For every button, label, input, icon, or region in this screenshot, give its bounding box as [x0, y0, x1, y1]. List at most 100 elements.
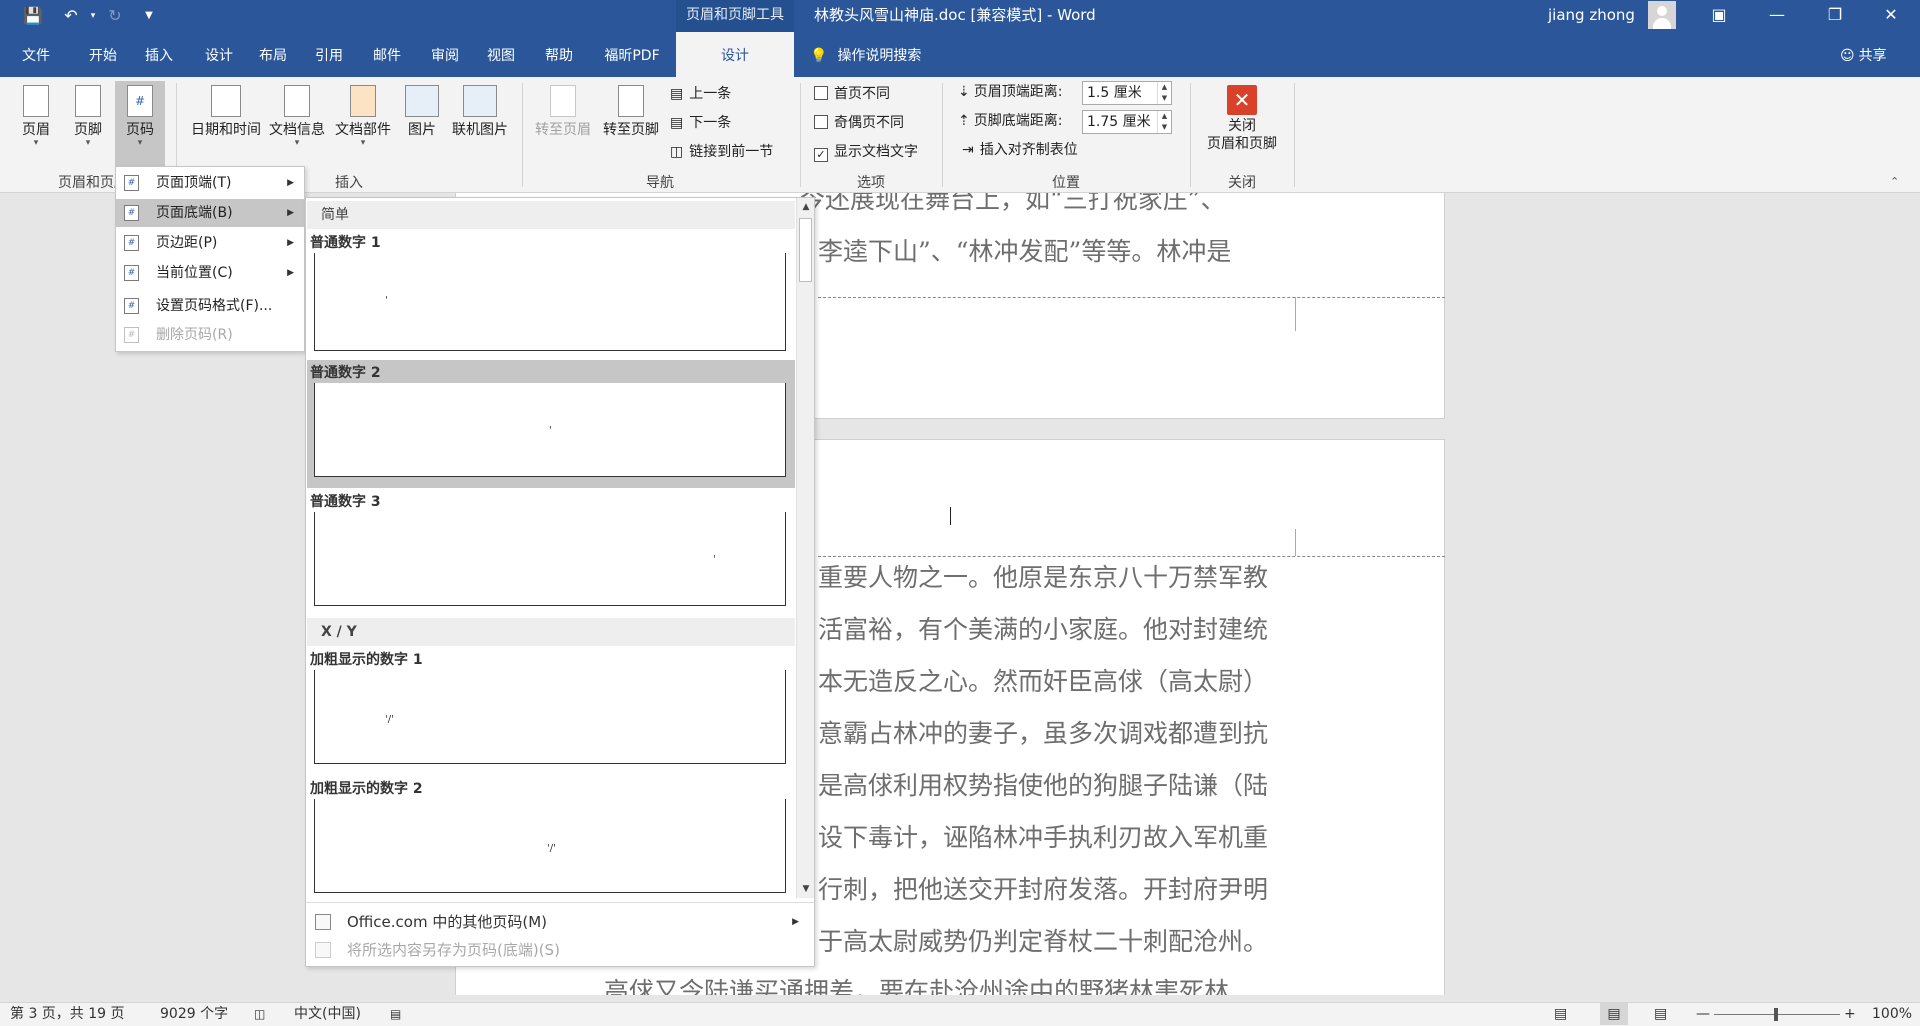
document-title: 林教头风雪山神庙.doc [兼容模式] - Word [814, 6, 1096, 24]
macro-icon[interactable]: ▤ [390, 1003, 401, 1025]
menu-item-label: 页面底端(B) [156, 205, 233, 221]
footer-bottom-distance-label: ⇡ 页脚底端距离: [958, 110, 1062, 132]
language[interactable]: 中文(中国) [294, 1003, 361, 1025]
redo-icon[interactable]: ↻ [102, 4, 128, 28]
menu-item-remove-page-numbers: # 删除页码(R) [116, 321, 304, 349]
tab-foxit-pdf[interactable]: 福昕PDF [594, 32, 670, 77]
header-button[interactable]: 页眉 ▾ [14, 85, 58, 148]
goto-footer-button[interactable]: 转至页脚 [598, 85, 664, 139]
customize-qat-icon[interactable]: ▼ [136, 4, 162, 28]
menu-item-top-of-page[interactable]: # 页面顶端(T) ▶ [116, 169, 304, 197]
tab-layout[interactable]: 布局 [250, 32, 296, 77]
gallery-item-bold-number-2[interactable]: '/' [314, 799, 786, 893]
tab-references[interactable]: 引用 [306, 32, 352, 77]
collapse-ribbon-icon[interactable]: ⌃ [1890, 175, 1899, 188]
gallery-item-plain-number-2[interactable]: ' [314, 383, 786, 477]
save-icon[interactable]: 💾 [20, 4, 46, 28]
page-count[interactable]: 第 3 页，共 19 页 [10, 1003, 125, 1025]
tab-mailings[interactable]: 邮件 [364, 32, 410, 77]
gallery-item-bold-number-1[interactable]: '/' [314, 670, 786, 764]
picture-icon [405, 85, 439, 117]
tab-design-doc[interactable]: 设计 [196, 32, 242, 77]
current-position-icon: # [124, 265, 139, 281]
show-document-text-label: 显示文档文字 [834, 144, 918, 160]
tab-home[interactable]: 开始 [80, 32, 126, 77]
goto-header-icon [550, 85, 576, 117]
different-odd-even-checkbox[interactable]: 奇偶页不同 [814, 114, 904, 132]
tab-file[interactable]: 文件 [10, 32, 62, 77]
share-button[interactable]: ☺ 共享 [1840, 32, 1887, 77]
tab-insert[interactable]: 插入 [136, 32, 182, 77]
different-first-page-checkbox[interactable]: 首页不同 [814, 85, 890, 103]
zoom-level[interactable]: 100% [1872, 1003, 1912, 1025]
scroll-down-icon[interactable]: ▼ [800, 882, 812, 896]
tell-me-search[interactable]: 💡 操作说明搜索 [810, 32, 921, 77]
menu-item-current-position[interactable]: # 当前位置(C) ▶ [116, 259, 304, 287]
goto-footer-icon [618, 85, 644, 117]
footer-button[interactable]: 页脚 ▾ [66, 85, 110, 148]
format-page-numbers-icon: # [124, 298, 139, 314]
gallery-item-title: 加粗显示的数字 2 [310, 781, 423, 797]
close-header-footer-button[interactable]: ✕ 关闭 页眉和页脚 [1198, 85, 1286, 153]
menu-item-format-page-numbers[interactable]: # 设置页码格式(F)... [116, 292, 304, 320]
more-page-numbers-office-com[interactable]: Office.com 中的其他页码(M) ▶ [307, 907, 813, 937]
online-picture-button[interactable]: 联机图片 [448, 85, 512, 139]
tab-header-footer-design[interactable]: 设计 [676, 32, 794, 77]
zoom-in-icon[interactable]: + [1844, 1003, 1856, 1025]
previous-label: 上一条 [689, 86, 732, 102]
restore-icon[interactable]: ❐ [1812, 0, 1858, 32]
status-bar: 第 3 页，共 19 页 9029 个字 ◫ 中文(中国) ▤ ▤ ▤ ▤ — … [0, 1002, 1920, 1026]
gallery-item-plain-number-1[interactable]: ' [314, 253, 786, 351]
group-navigation-label: 导航 [646, 175, 674, 191]
avatar[interactable] [1648, 1, 1676, 29]
minimize-icon[interactable]: — [1754, 0, 1800, 32]
gallery-item-plain-number-3[interactable]: ' [314, 512, 786, 606]
next-button[interactable]: ▤ 下一条 [670, 112, 731, 134]
alignment-tab-icon: ⇥ [962, 142, 974, 158]
header-top-distance-input[interactable]: 1.5 厘米 ▲ ▼ [1082, 81, 1172, 105]
web-layout-icon[interactable]: ▤ [1654, 1003, 1667, 1025]
scrollbar-thumb[interactable] [799, 218, 812, 282]
scroll-up-icon[interactable]: ▲ [800, 200, 812, 214]
goto-header-button[interactable]: 转至页眉 [530, 85, 596, 139]
menu-item-page-margins[interactable]: # 页边距(P) ▶ [116, 229, 304, 257]
doc-info-button[interactable]: 文档信息 ▾ [266, 85, 328, 148]
date-time-button[interactable]: 日期和时间 [186, 85, 266, 139]
link-to-previous-button[interactable]: ◫ 链接到前一节 [670, 141, 773, 163]
spinner-icon[interactable]: ▲ ▼ [1157, 82, 1171, 104]
group-position-label: 位置 [1052, 175, 1080, 191]
read-mode-icon[interactable]: ▤ [1554, 1003, 1567, 1025]
proofing-icon[interactable]: ◫ [254, 1003, 265, 1025]
quick-parts-button[interactable]: 文档部件 ▾ [332, 85, 394, 148]
previous-button[interactable]: ▤ 上一条 [670, 83, 731, 105]
doc-text-line: 重要人物之一。他原是东京八十万禁军教 [818, 563, 1269, 592]
tab-review[interactable]: 审阅 [422, 32, 468, 77]
ribbon-display-options-icon[interactable]: ▣ [1696, 0, 1742, 32]
zoom-slider-thumb[interactable] [1774, 1008, 1778, 1021]
show-document-text-checkbox[interactable]: ✓ 显示文档文字 [814, 143, 918, 162]
word-count[interactable]: 9029 个字 [160, 1003, 228, 1025]
page-margins-icon: # [124, 235, 139, 251]
insert-alignment-tab-label: 插入对齐制表位 [979, 142, 1078, 158]
page-number-button[interactable]: # 页码 ▾ [115, 81, 165, 167]
gallery-scrollbar[interactable]: ▲ ▼ [796, 198, 814, 898]
footer-bottom-distance-text: 页脚底端距离: [973, 113, 1063, 129]
print-layout-icon[interactable]: ▤ [1600, 1003, 1628, 1025]
doc-text-line: 本无造反之心。然而奸臣高俅（高太尉） [818, 667, 1269, 696]
close-label-line2: 页眉和页脚 [1207, 136, 1277, 152]
spinner-icon[interactable]: ▲ ▼ [1157, 111, 1171, 133]
zoom-out-icon[interactable]: — [1696, 1003, 1710, 1025]
tab-help[interactable]: 帮助 [536, 32, 582, 77]
doc-text-line: 是高俅利用权势指使他的狗腿子陆谦（陆 [818, 771, 1269, 800]
user-name[interactable]: jiang zhong [1548, 0, 1635, 30]
page-number-gallery: 简单 普通数字 1 ' 普通数字 2 ' 普通数字 3 ' X / Y 加粗显示… [305, 197, 815, 967]
online-picture-icon [463, 85, 497, 117]
tab-view[interactable]: 视图 [478, 32, 524, 77]
close-icon[interactable]: ✕ [1868, 0, 1914, 32]
dropdown-icon: ▾ [360, 138, 366, 148]
picture-button[interactable]: 图片 [400, 85, 444, 139]
menu-item-bottom-of-page[interactable]: # 页面底端(B) ▶ [116, 199, 304, 227]
header-label: 页眉 [22, 122, 50, 138]
insert-alignment-tab-button[interactable]: ⇥ 插入对齐制表位 [962, 139, 1078, 161]
footer-bottom-distance-input[interactable]: 1.75 厘米 ▲ ▼ [1082, 110, 1172, 134]
